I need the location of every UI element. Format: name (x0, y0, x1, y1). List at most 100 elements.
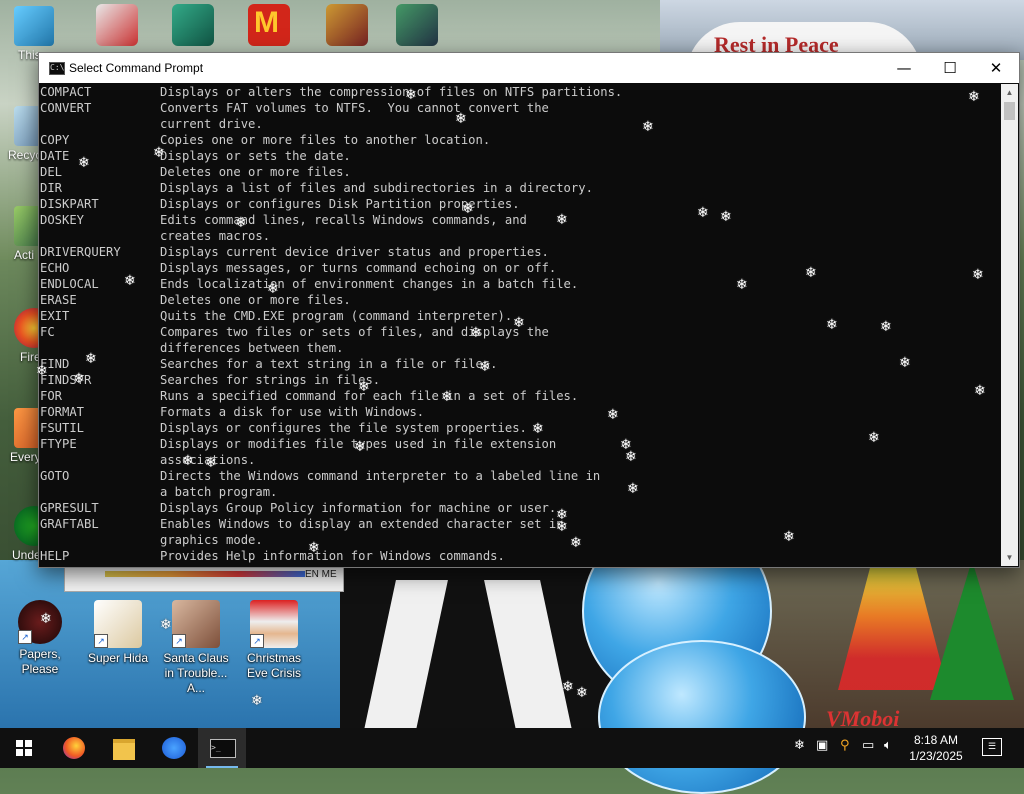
command-description: Searches for a text string in a file or … (160, 357, 498, 371)
taskbar-file-explorer[interactable] (100, 728, 148, 768)
command-description: creates macros. (160, 229, 271, 243)
console-line: CONVERT Converts FAT volumes to NTFS. You… (39, 100, 1000, 116)
desktop-icon-super-hida[interactable]: ↗ Super Hida (80, 600, 156, 666)
desktop-app-icon[interactable] (396, 4, 438, 46)
system-clock[interactable]: 8:18 AM 1/23/2025 (904, 732, 968, 764)
console-line: current drive. (39, 116, 1000, 132)
desktop-app-icon[interactable] (326, 4, 368, 46)
command-description: Displays or alters the compression of fi… (160, 85, 623, 99)
desktop-icon-santa-claus[interactable]: ↗ Santa Claus in Trouble... A... (158, 600, 234, 696)
command-prompt-window[interactable]: C:\ Select Command Prompt — ☐ ✕ COMPACT D… (38, 52, 1020, 568)
taskbar: >_ ❄ ▣ ⚲ ▭ 🔈︎ 8:18 AM 1/23/2025 ☰ (0, 728, 1024, 768)
mcdonalds-icon[interactable]: M (248, 4, 290, 46)
command-description: Displays or modifies file types used in … (160, 437, 557, 451)
command-name: FTYPE (40, 437, 77, 451)
scrollbar-thumb[interactable] (1004, 102, 1015, 120)
console-line: FTYPE Displays or modifies file types use… (39, 436, 1000, 452)
console-line: ENDLOCAL Ends localization of environment… (39, 276, 1000, 292)
scroll-up-arrow-icon[interactable]: ▲ (1001, 84, 1018, 101)
console-line: GRAFTABL Enables Windows to display an ex… (39, 516, 1000, 532)
console-line: DOSKEY Edits command lines, recalls Windo… (39, 212, 1000, 228)
command-description: a batch program. (160, 485, 278, 499)
command-name: DOSKEY (40, 213, 85, 227)
window-title: Select Command Prompt (69, 61, 204, 75)
clock-time: 8:18 AM (913, 733, 959, 747)
taskbar-firefox[interactable] (50, 728, 98, 768)
desktop-app-icon[interactable] (172, 4, 214, 46)
command-name: ECHO (40, 261, 70, 275)
notification-center-icon[interactable]: ☰ (982, 738, 1002, 756)
command-name: DATE (40, 149, 70, 163)
command-description: Edits command lines, recalls Windows com… (160, 213, 527, 227)
command-description: Displays or configures the file system p… (160, 421, 527, 435)
command-name: GOTO (40, 469, 70, 483)
console-line: FC Compares two files or sets of files, a… (39, 324, 1000, 340)
tray-app-icon[interactable]: ▣ (816, 738, 828, 753)
command-name: DIR (40, 181, 63, 195)
command-description: Ends localization of environment changes… (160, 277, 579, 291)
console-line: differences between them. (39, 340, 1000, 356)
title-bar[interactable]: C:\ Select Command Prompt — ☐ ✕ (39, 53, 1019, 83)
taskbar-command-prompt[interactable]: >_ (198, 728, 246, 768)
command-name: EXIT (40, 309, 70, 323)
people-icon (162, 737, 186, 759)
console-line: DIR Displays a list of files and subdirec… (39, 180, 1000, 196)
console-line: FINDSTR Searches for strings in files. (39, 372, 1000, 388)
command-description: Runs a specified command for each file i… (160, 389, 579, 403)
taskbar-people[interactable] (150, 728, 198, 768)
command-description: graphics mode. (160, 533, 263, 547)
command-name: FOR (40, 389, 63, 403)
command-name: FC (40, 325, 55, 339)
console-output[interactable]: COMPACT Displays or alters the compressio… (39, 84, 1000, 566)
command-name: COPY (40, 133, 70, 147)
desktop-icon-christmas-eve-crisis[interactable]: ↗ Christmas Eve Crisis (236, 600, 312, 681)
console-line: FIND Searches for a text string in a file… (39, 356, 1000, 372)
papers-please-icon: ↗ (18, 600, 62, 644)
command-description: associations. (160, 453, 256, 467)
firefox-icon (63, 737, 85, 759)
command-description: Enables Windows to display an extended c… (160, 517, 564, 531)
console-line: DISKPART Displays or configures Disk Part… (39, 196, 1000, 212)
command-description: Copies one or more files to another loca… (160, 133, 491, 147)
command-description: Displays messages, or turns command echo… (160, 261, 557, 275)
command-description: Displays or sets the date. (160, 149, 351, 163)
volume-icon[interactable]: 🔈︎ (884, 738, 892, 753)
console-line: associations. (39, 452, 1000, 468)
command-name: GRAFTABL (40, 517, 99, 531)
windows-start-icon (16, 740, 32, 756)
tray-search-icon[interactable]: ⚲ (840, 738, 850, 753)
command-name: FIND (40, 357, 70, 371)
cmd-icon: >_ (210, 739, 236, 758)
scroll-down-arrow-icon[interactable]: ▼ (1001, 549, 1018, 566)
console-line: FOR Runs a specified command for each fil… (39, 388, 1000, 404)
console-line: COPY Copies one or more files to another … (39, 132, 1000, 148)
command-name: FSUTIL (40, 421, 85, 435)
close-button[interactable]: ✕ (973, 53, 1019, 83)
command-description: Converts FAT volumes to NTFS. You cannot… (160, 101, 549, 115)
command-description: Formats a disk for use with Windows. (160, 405, 425, 419)
christmas-eve-icon: ↗ (250, 600, 298, 648)
network-icon[interactable]: ▭ (862, 738, 874, 753)
vertical-scrollbar[interactable]: ▲ ▼ (1001, 84, 1018, 566)
desktop-app-icon[interactable] (96, 4, 138, 46)
tray-snow-icon[interactable]: ❄ (794, 738, 805, 753)
start-button[interactable] (0, 728, 48, 768)
command-description: Displays or configures Disk Partition pr… (160, 197, 520, 211)
command-name: HELP (40, 549, 70, 563)
command-description: Quits the CMD.EXE program (command inter… (160, 309, 513, 323)
console-line: creates macros. (39, 228, 1000, 244)
clock-date: 1/23/2025 (909, 749, 963, 763)
background-window-text: EN ME (305, 569, 337, 580)
maximize-button[interactable]: ☐ (927, 53, 973, 83)
console-line: COMPACT Displays or alters the compressio… (39, 84, 1000, 100)
command-description: Displays Group Policy information for ma… (160, 501, 557, 515)
minimize-button[interactable]: — (881, 53, 927, 83)
command-description: Displays current device driver status an… (160, 245, 549, 259)
command-description: Deletes one or more files. (160, 165, 351, 179)
command-description: Compares two files or sets of files, and… (160, 325, 549, 339)
desktop-icon-papers-please[interactable]: ↗ Papers, Please (2, 600, 78, 677)
command-description: Displays a list of files and subdirector… (160, 181, 593, 195)
command-description: Searches for strings in files. (160, 373, 381, 387)
console-line: GOTO Directs the Windows command interpre… (39, 468, 1000, 484)
santa-claus-icon: ↗ (172, 600, 220, 648)
